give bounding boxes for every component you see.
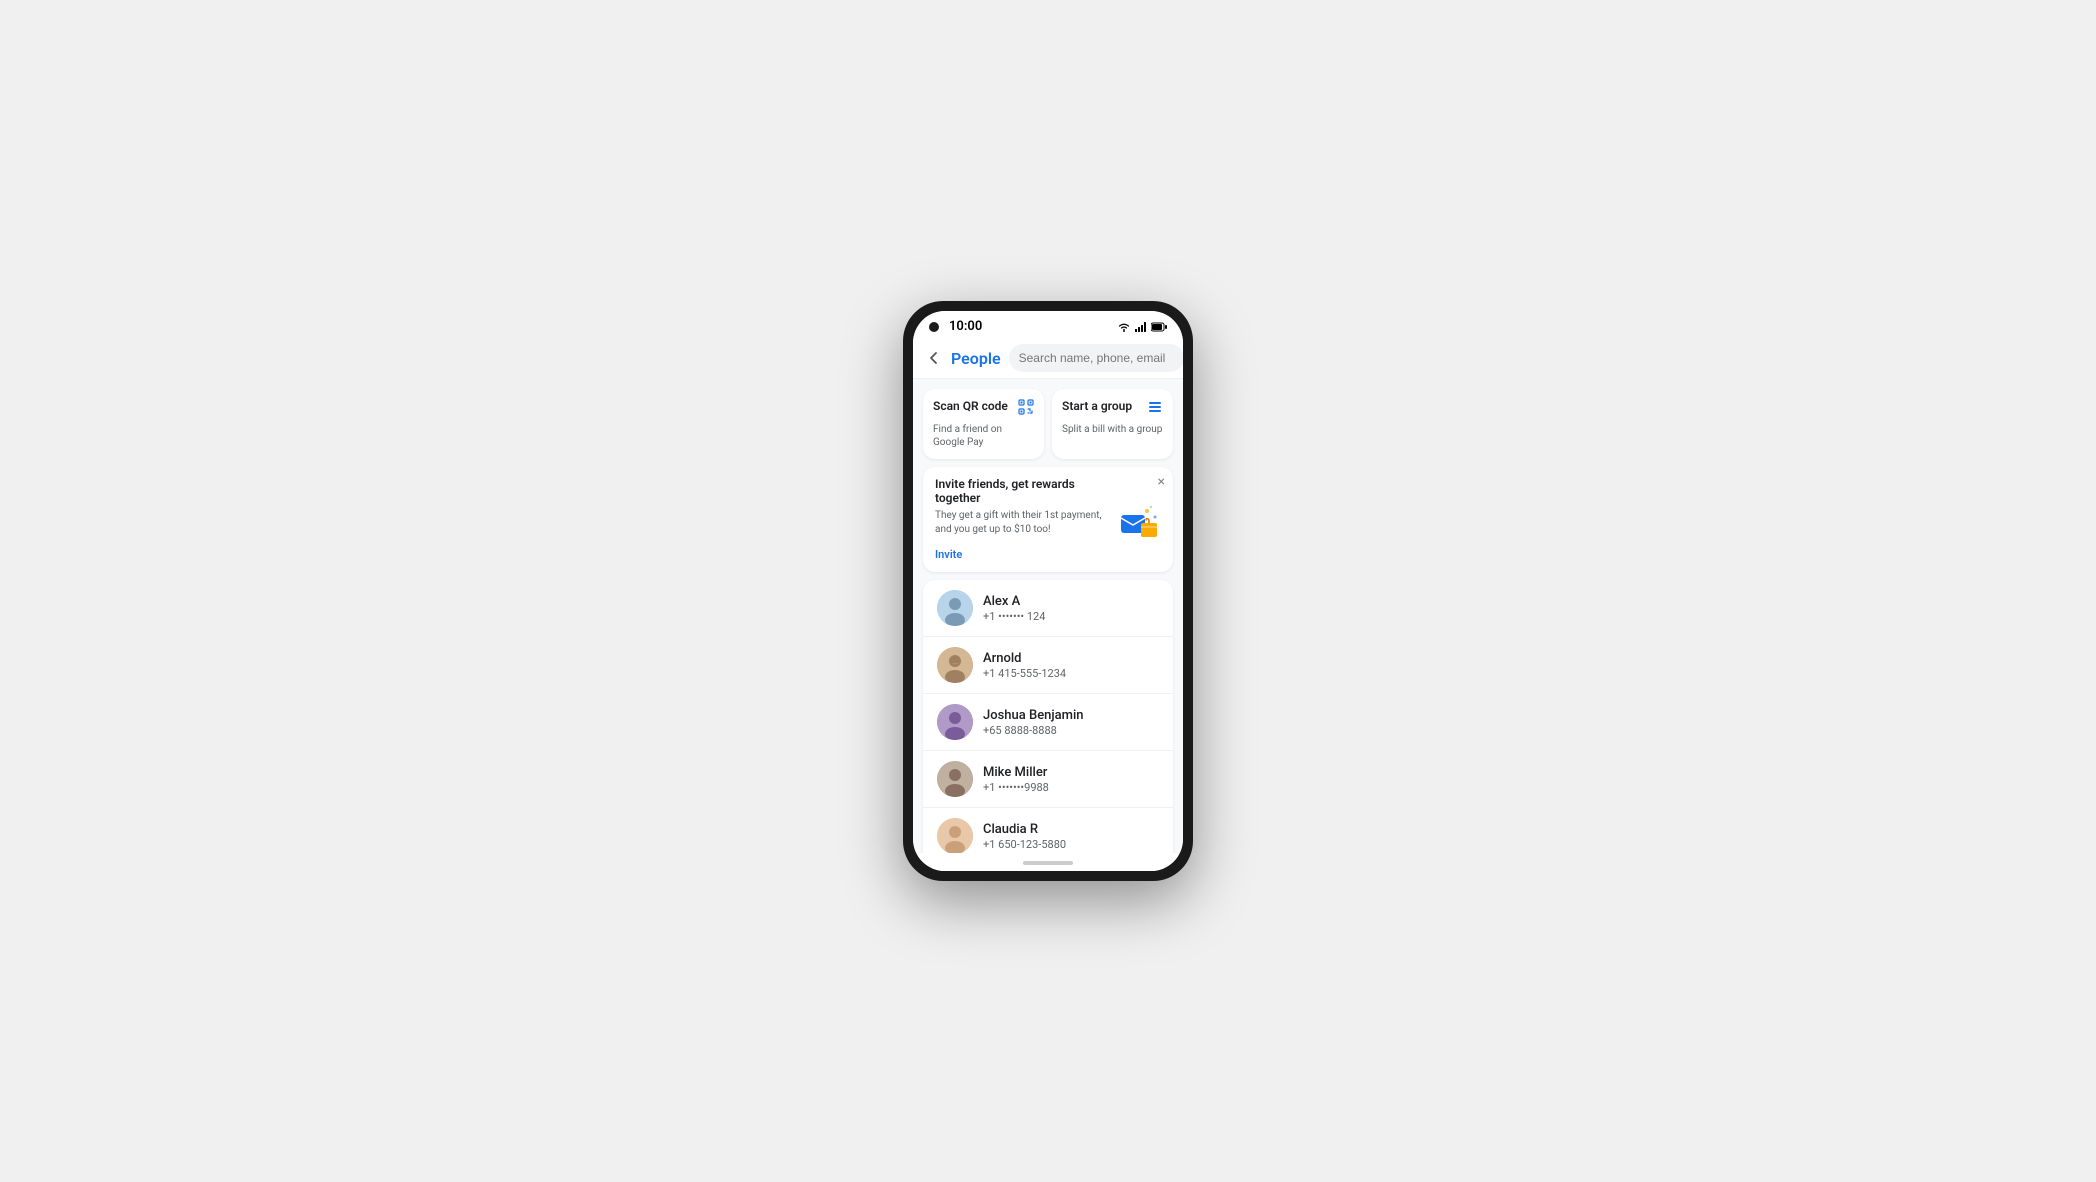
contact-info: Joshua Benjamin +65 8888-8888: [983, 708, 1159, 737]
mike-avatar: [937, 761, 973, 797]
contact-phone: +1 650-123-5880: [983, 838, 1159, 851]
contact-phone: +1 ••••••• 124: [983, 610, 1159, 623]
contact-name: Claudia R: [983, 822, 1159, 837]
phone-frame: 10:00: [903, 301, 1193, 881]
promo-description: They get a gift with their 1st payment, …: [935, 509, 1105, 537]
action-cards: Scan QR code: [913, 379, 1183, 467]
group-list-icon: [1147, 399, 1163, 419]
start-group-card[interactable]: Start a group Split a bill with a group: [1052, 389, 1173, 459]
content-area: Scan QR code: [913, 379, 1183, 853]
promo-image: [1113, 495, 1163, 545]
status-bar: 10:00: [913, 311, 1183, 338]
contact-name: Joshua Benjamin: [983, 708, 1159, 723]
contact-info: Alex A +1 ••••••• 124: [983, 594, 1159, 623]
avatar: [937, 590, 973, 626]
claudia-avatar: [937, 818, 973, 853]
start-group-title: Start a group: [1062, 399, 1132, 413]
alex-avatar: [937, 590, 973, 626]
promo-text: Invite friends, get rewards together The…: [935, 477, 1105, 562]
promo-banner: Invite friends, get rewards together The…: [923, 467, 1173, 572]
contact-info: Claudia R +1 650-123-5880: [983, 822, 1159, 851]
avatar: [937, 704, 973, 740]
camera-notch: [929, 322, 939, 332]
contact-name: Mike Miller: [983, 765, 1159, 780]
scan-qr-desc: Find a friend on Google Pay: [933, 423, 1034, 449]
home-bar: [1023, 861, 1073, 865]
contact-info: Arnold +1 415-555-1234: [983, 651, 1159, 680]
page-title: People: [951, 349, 1001, 368]
status-icons: [1117, 322, 1167, 332]
promo-illustration: [1113, 477, 1163, 562]
avatar: [937, 818, 973, 853]
contact-phone: +1 415-555-1234: [983, 667, 1159, 680]
search-input[interactable]: [1009, 344, 1183, 372]
avatar: [937, 647, 973, 683]
wifi-icon: [1117, 322, 1131, 332]
arnold-avatar: [937, 647, 973, 683]
contacts-list: Alex A +1 ••••••• 124: [923, 580, 1173, 853]
avatar: [937, 761, 973, 797]
contact-item[interactable]: Alex A +1 ••••••• 124: [923, 580, 1173, 637]
joshua-avatar: [937, 704, 973, 740]
back-button[interactable]: [925, 346, 943, 370]
status-time: 10:00: [949, 319, 982, 334]
signal-icon: [1135, 322, 1147, 332]
contact-phone: +65 8888-8888: [983, 724, 1159, 737]
home-indicator: [913, 853, 1183, 871]
contact-item[interactable]: Claudia R +1 650-123-5880: [923, 808, 1173, 853]
battery-icon: [1151, 322, 1167, 332]
qr-icon: [1018, 399, 1034, 419]
contact-name: Alex A: [983, 594, 1159, 609]
contact-phone: +1 •••••••9988: [983, 781, 1159, 794]
contact-item[interactable]: Mike Miller +1 •••••••9988: [923, 751, 1173, 808]
promo-title: Invite friends, get rewards together: [935, 477, 1105, 505]
contact-item[interactable]: Joshua Benjamin +65 8888-8888: [923, 694, 1173, 751]
phone-screen: 10:00: [913, 311, 1183, 871]
contact-info: Mike Miller +1 •••••••9988: [983, 765, 1159, 794]
scan-qr-card[interactable]: Scan QR code: [923, 389, 1044, 459]
start-group-desc: Split a bill with a group: [1062, 423, 1163, 436]
contact-item[interactable]: Arnold +1 415-555-1234: [923, 637, 1173, 694]
promo-close-button[interactable]: ×: [1158, 475, 1165, 489]
top-nav: People ⋮: [913, 338, 1183, 379]
scan-qr-title: Scan QR code: [933, 399, 1008, 413]
promo-invite-link[interactable]: Invite: [935, 548, 962, 561]
contact-name: Arnold: [983, 651, 1159, 666]
